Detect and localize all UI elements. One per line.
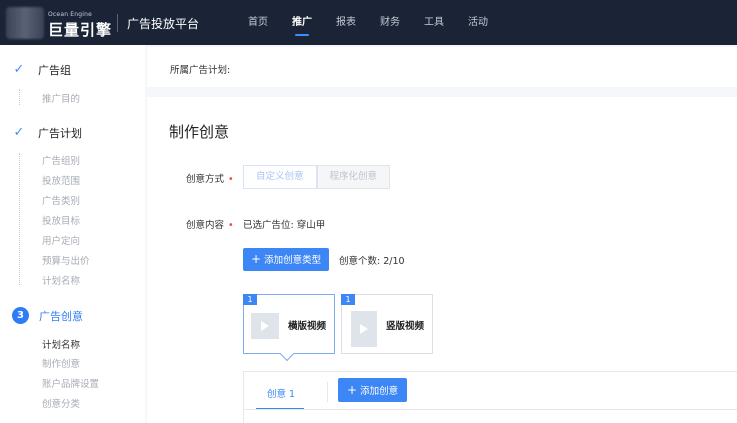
step-ad-group[interactable]: ✓ 广告组 (12, 62, 71, 78)
video-thumbnail (351, 311, 377, 347)
platform-name: 广告投放平台 (127, 17, 200, 31)
page-title: 制作创意 (169, 123, 230, 141)
sidebar-item-category[interactable]: 广告类别 (42, 193, 80, 207)
plan-label: 所属广告计划: (170, 65, 231, 76)
creative-count: 创意个数: 2/10 (339, 256, 405, 267)
logo-mark (6, 7, 44, 39)
content-label: 创意内容 • (186, 220, 234, 231)
creative-tabs: 创意 1 + 添加创意 (243, 371, 737, 423)
step-ad-creative[interactable]: 3 广告创意 (12, 307, 83, 324)
step-title: 广告创意 (39, 309, 83, 323)
card-badge: 1 (243, 294, 257, 305)
nav-promotion[interactable]: 推广 (280, 0, 324, 45)
tab-creative-1[interactable]: 创意 1 (267, 386, 295, 400)
sidebar-item-plan-name-2[interactable]: 计划名称 (42, 337, 80, 351)
add-creative-type-button[interactable]: + 添加创意类型 (243, 248, 330, 271)
step-ad-plan[interactable]: ✓ 广告计划 (12, 125, 82, 141)
sidebar-item-make-creative[interactable]: 制作创意 (42, 356, 80, 370)
sidebar-item-audience[interactable]: 用户定向 (42, 233, 80, 247)
logo-text: 巨量引擎 (48, 21, 113, 39)
creative-panel: 制作创意 创意方式 • 自定义创意 程序化创意 创意内容 • 已选广告位: 穿山甲 … (147, 97, 737, 423)
play-icon (261, 321, 269, 331)
sidebar-item-budget[interactable]: 预算与出价 (42, 253, 90, 267)
sidebar-item-scope[interactable]: 投放范围 (42, 173, 80, 187)
step-title: 广告组 (38, 64, 71, 77)
card-badge: 1 (341, 294, 355, 305)
step-number: 3 (12, 307, 29, 324)
step-title: 广告计划 (38, 127, 82, 140)
sidebar-item-plan-name[interactable]: 计划名称 (42, 273, 80, 287)
sidebar-item-brand-settings[interactable]: 账户品牌设置 (42, 376, 99, 390)
nav-home[interactable]: 首页 (236, 0, 280, 45)
nav-finance[interactable]: 财务 (368, 0, 412, 45)
plus-icon: + (251, 252, 262, 266)
landscape-video-card[interactable]: 1 横版视频 (243, 294, 335, 362)
main-nav: 首页 推广 报表 财务 工具 活动 (236, 0, 500, 45)
play-icon (360, 324, 368, 334)
plan-bar: 所属广告计划: (147, 47, 737, 87)
card-label: 竖版视频 (386, 321, 425, 332)
sidebar-item-creative-category[interactable]: 创意分类 (42, 396, 80, 410)
step-connector (19, 89, 20, 105)
sidebar-item-group-type[interactable]: 广告组别 (42, 153, 80, 167)
video-thumbnail (251, 313, 279, 339)
nav-activities[interactable]: 活动 (456, 0, 500, 45)
nav-tools[interactable]: 工具 (412, 0, 456, 45)
nav-reports[interactable]: 报表 (324, 0, 368, 45)
required-mark: • (228, 174, 234, 185)
selected-position: 已选广告位: 穿山甲 (243, 220, 326, 231)
tabs-divider (244, 409, 737, 410)
custom-creative-option[interactable]: 自定义创意 (243, 165, 317, 189)
card-pointer (279, 346, 295, 362)
check-icon: ✓ (13, 62, 25, 77)
mode-selector: 自定义创意 程序化创意 (243, 165, 391, 189)
portrait-video-card[interactable]: 1 竖版视频 (341, 294, 433, 354)
plus-icon: + (347, 383, 358, 397)
sidebar-item-target[interactable]: 投放目标 (42, 213, 80, 227)
check-icon: ✓ (13, 125, 25, 140)
card-label: 横版视频 (288, 321, 327, 332)
programmatic-creative-option[interactable]: 程序化创意 (316, 165, 391, 189)
step-connector (19, 153, 20, 285)
logo-divider (117, 14, 118, 32)
mode-label: 创意方式 • (186, 174, 234, 185)
add-creative-button[interactable]: + 添加创意 (338, 378, 408, 402)
sidebar-item-objective[interactable]: 推广目的 (42, 91, 80, 105)
logo-subtitle: Ocean Engine (48, 11, 93, 18)
tab-divider (327, 382, 328, 402)
required-mark: • (228, 220, 234, 231)
step-sidebar: ✓ 广告组 推广目的 ✓ 广告计划 广告组别 投放范围 广告类别 投放目标 用户… (0, 45, 145, 423)
top-navigation-bar: Ocean Engine 巨量引擎 广告投放平台 首页 推广 报表 财务 工具 … (0, 0, 737, 45)
